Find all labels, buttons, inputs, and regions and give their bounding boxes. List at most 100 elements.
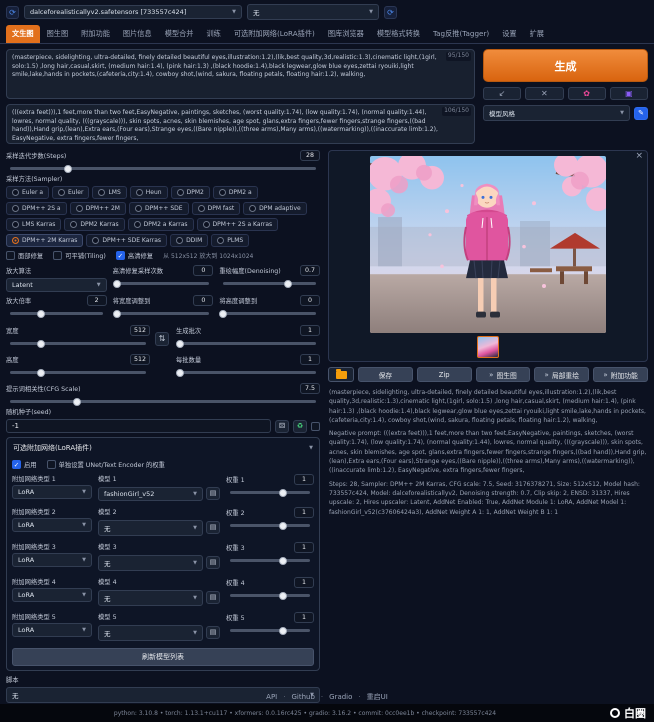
lora-type-select-5[interactable]: LoRA▼ <box>12 623 92 637</box>
zip-button[interactable]: Zip <box>417 367 472 382</box>
resize-width-slider-value[interactable]: 0 <box>193 295 213 306</box>
lora-separate-weights-checkbox[interactable]: 单独设置 UNet/Text Encoder 的权重 <box>47 460 165 469</box>
lora-weight-value-3[interactable]: 1 <box>294 542 314 553</box>
lora-model-select-5[interactable]: 无▼ <box>98 625 203 641</box>
tab-5[interactable]: 训练 <box>200 25 226 43</box>
lora-weight-slider-3[interactable] <box>230 559 310 562</box>
seed-input[interactable]: -1 <box>6 419 271 433</box>
height-slider-track[interactable] <box>10 371 146 374</box>
restore-faces-checkbox-box[interactable] <box>6 251 15 260</box>
batch-size-slider-knob[interactable] <box>176 369 184 377</box>
steps-slider-knob[interactable] <box>64 165 72 173</box>
sampler-option-5[interactable]: DPM2 a <box>213 186 258 199</box>
batch-size-slider-track[interactable] <box>180 371 316 374</box>
tab-0[interactable]: 文生图 <box>6 25 40 43</box>
lora-type-select-1[interactable]: LoRA▼ <box>12 485 92 499</box>
negative-prompt-textarea[interactable]: (((extra feet))),1 feet,more than two fe… <box>6 104 475 144</box>
lora-accordion-header[interactable]: 可选附加网络(LoRA插件) ▼ <box>12 442 314 456</box>
cfg-slider-knob[interactable] <box>73 398 81 406</box>
sampler-option-15[interactable]: DPM++ 2M Karras <box>6 234 83 247</box>
batch-count-slider-value[interactable]: 1 <box>300 325 320 336</box>
sampler-option-3[interactable]: Heun <box>130 186 168 199</box>
steps-slider-track[interactable] <box>10 167 316 170</box>
upscaler-select[interactable]: Latent▼ <box>6 278 107 292</box>
lora-weight-value-5[interactable]: 1 <box>294 612 314 623</box>
footer-link-2[interactable]: Gradio <box>329 693 352 701</box>
gallery-thumbnail[interactable] <box>477 336 499 358</box>
lora-model-card-button-2[interactable]: ▤ <box>206 521 220 534</box>
sampler-option-6[interactable]: DPM++ 2S a <box>6 202 67 215</box>
tab-8[interactable]: 模型格式转换 <box>371 25 426 43</box>
sampler-option-14[interactable]: DPM++ 2S a Karras <box>197 218 279 231</box>
hires-fix-checkbox[interactable]: ✓高清修复 <box>116 251 153 260</box>
styles-save-button[interactable]: ▣ <box>610 87 648 100</box>
footer-link-1[interactable]: Github <box>291 693 314 701</box>
lora-model-card-button-4[interactable]: ▤ <box>206 591 220 604</box>
styles-select[interactable]: 模型风格▼ <box>483 105 630 121</box>
lora-type-select-3[interactable]: LoRA▼ <box>12 553 92 567</box>
save-button[interactable]: 保存 <box>358 367 413 382</box>
tab-10[interactable]: 设置 <box>496 25 522 43</box>
send-to-extras-button[interactable]: » 附加功能 <box>593 367 648 382</box>
close-icon[interactable]: × <box>635 151 643 161</box>
footer-link-3[interactable]: 重启UI <box>367 692 388 702</box>
hires-steps-slider-track[interactable] <box>117 282 210 285</box>
sampler-option-13[interactable]: DPM2 a Karras <box>128 218 194 231</box>
denoising-slider-track[interactable] <box>223 282 316 285</box>
lora-weight-slider-5[interactable] <box>230 629 310 632</box>
tab-1[interactable]: 图生图 <box>41 25 75 43</box>
lora-model-card-button-1[interactable]: ▤ <box>206 487 220 500</box>
tab-6[interactable]: 可选附加网络(LoRA插件) <box>228 25 321 43</box>
upscale-by-slider-track[interactable] <box>10 312 103 315</box>
lora-weight-knob-4[interactable] <box>279 592 287 600</box>
batch-size-slider-value[interactable]: 1 <box>300 354 320 365</box>
sampler-option-0[interactable]: Euler a <box>6 186 49 199</box>
lora-model-card-button-3[interactable]: ▤ <box>206 556 220 569</box>
tab-4[interactable]: 模型合并 <box>159 25 200 43</box>
apply-style-button[interactable]: ✎ <box>634 107 648 120</box>
swap-dimensions-button[interactable]: ⇅ <box>155 332 169 346</box>
tiling-checkbox-box[interactable] <box>53 251 62 260</box>
lora-weight-knob-1[interactable] <box>279 489 287 497</box>
lora-weight-knob-2[interactable] <box>279 522 287 530</box>
secondary-model-select[interactable]: 无▼ <box>247 4 379 20</box>
sampler-option-8[interactable]: DPM++ SDE <box>129 202 189 215</box>
cfg-slider-value[interactable]: 7.5 <box>300 383 320 394</box>
lora-weight-slider-2[interactable] <box>230 524 310 527</box>
lora-model-select-3[interactable]: 无▼ <box>98 555 203 571</box>
sampler-option-4[interactable]: DPM2 <box>171 186 210 199</box>
refresh-checkpoint-icon[interactable]: ⟳ <box>6 6 19 19</box>
reuse-seed-button[interactable]: ♻ <box>293 420 307 433</box>
sampler-option-2[interactable]: LMS <box>92 186 126 199</box>
lora-enable-checkbox[interactable]: ✓启用 <box>12 460 37 469</box>
generate-button[interactable]: 生成 <box>483 49 648 82</box>
upscale-by-slider-value[interactable]: 2 <box>87 295 107 306</box>
tab-3[interactable]: 图片信息 <box>117 25 158 43</box>
send-to-inpaint-button[interactable]: » 局部重绘 <box>534 367 589 382</box>
upscale-by-slider-knob[interactable] <box>37 310 45 318</box>
lora-weight-slider-4[interactable] <box>230 594 310 597</box>
lora-model-card-button-5[interactable]: ▤ <box>206 626 220 639</box>
sampler-option-16[interactable]: DPM++ SDE Karras <box>86 234 167 247</box>
extra-networks-button[interactable]: ✿ <box>568 87 606 100</box>
random-seed-button[interactable]: ⚄ <box>275 420 289 433</box>
resize-width-slider-track[interactable] <box>117 312 210 315</box>
lora-model-select-1[interactable]: fashionGirl_v52▼ <box>98 487 203 501</box>
height-slider-value[interactable]: 512 <box>130 354 150 365</box>
footer-link-0[interactable]: API <box>266 693 277 701</box>
resize-width-slider-knob[interactable] <box>113 310 121 318</box>
sampler-option-9[interactable]: DPM fast <box>192 202 241 215</box>
refresh-models-button[interactable]: 刷新模型列表 <box>12 648 314 666</box>
hires-steps-slider-value[interactable]: 0 <box>193 265 213 276</box>
restore-faces-checkbox[interactable]: 面部修复 <box>6 251 43 260</box>
hires-steps-slider-knob[interactable] <box>113 280 121 288</box>
refresh-secondary-icon[interactable]: ⟳ <box>384 6 397 19</box>
sampler-option-7[interactable]: DPM++ 2M <box>70 202 126 215</box>
clear-prompt-button[interactable]: ✕ <box>525 87 563 100</box>
send-to-img2img-button[interactable]: » 图生图 <box>476 367 531 382</box>
cfg-slider-track[interactable] <box>10 400 316 403</box>
generated-image[interactable] <box>370 156 606 333</box>
seed-extra-checkbox[interactable] <box>311 422 320 431</box>
lora-weight-value-2[interactable]: 1 <box>294 507 314 518</box>
paste-params-button[interactable]: ↙ <box>483 87 521 100</box>
